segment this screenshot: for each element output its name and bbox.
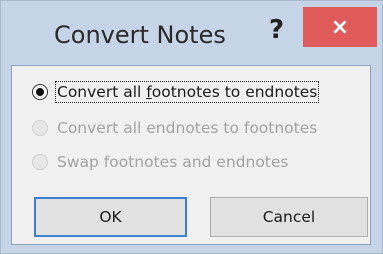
ok-button[interactable]: OK xyxy=(34,197,187,237)
help-button[interactable]: ? xyxy=(269,15,284,45)
close-button[interactable]: × xyxy=(303,7,377,47)
option-convert-footnotes-to-endnotes[interactable]: Convert all footnotes to endnotes xyxy=(32,80,320,104)
cancel-button[interactable]: Cancel xyxy=(210,197,368,237)
option-label-endnotes-to-footnotes: Convert all endnotes to footnotes xyxy=(57,119,318,137)
option-label-footnotes-to-endnotes: Convert all footnotes to endnotes xyxy=(54,81,320,103)
radio-disabled-icon[interactable] xyxy=(32,120,48,136)
radio-selected-icon[interactable] xyxy=(32,84,48,100)
option-convert-endnotes-to-footnotes[interactable]: Convert all endnotes to footnotes xyxy=(32,116,317,140)
dialog-title: Convert Notes xyxy=(54,21,226,49)
close-icon: × xyxy=(330,14,350,40)
option-swap-footnotes-and-endnotes[interactable]: Swap footnotes and endnotes xyxy=(32,150,289,174)
convert-notes-dialog: Convert Notes ? × Convert all footnotes … xyxy=(0,0,383,254)
option-label-swap: Swap footnotes and endnotes xyxy=(57,153,289,171)
radio-disabled-icon[interactable] xyxy=(32,154,48,170)
